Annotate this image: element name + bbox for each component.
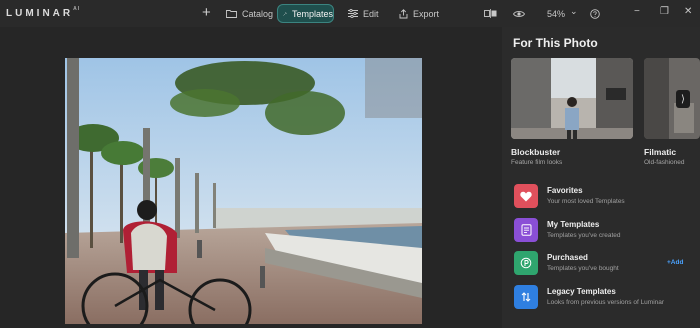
app-logo: LUMINARAI	[6, 6, 81, 19]
templates-tab[interactable]: Templates	[277, 4, 334, 23]
templates-panel: For This Photo Blockbuster Feature film …	[502, 27, 700, 328]
thumbnail-graphic	[644, 58, 700, 139]
logo-sup: AI	[73, 6, 81, 12]
export-button[interactable]: Export	[399, 4, 439, 23]
category-subtitle: Templates you've bought	[547, 265, 619, 272]
swap-arrows-icon	[514, 285, 538, 309]
heart-icon	[514, 184, 538, 208]
template-card-blockbuster[interactable]: Blockbuster Feature film looks	[511, 58, 633, 166]
category-legacy-templates[interactable]: Legacy Templates Looks from previous ver…	[514, 285, 700, 311]
add-purchased-link[interactable]: +Add	[667, 259, 683, 266]
zoom-dropdown[interactable]: 54% ⌄	[547, 4, 578, 23]
template-card-name: Blockbuster	[511, 147, 561, 157]
category-subtitle: Templates you've created	[547, 232, 621, 239]
template-thumbnail	[644, 58, 700, 139]
top-toolbar: LUMINARAI + Catalog Templates Edit Expor…	[0, 0, 700, 27]
folder-icon	[226, 10, 237, 18]
compare-button[interactable]	[484, 4, 502, 23]
template-thumbnail	[511, 58, 633, 139]
category-name: Purchased	[547, 253, 588, 262]
next-arrow-button[interactable]: ⟩	[676, 90, 690, 108]
compare-icon	[484, 9, 497, 18]
eye-icon	[513, 10, 525, 17]
category-subtitle: Your most loved Templates	[547, 198, 625, 205]
zoom-value: 54%	[547, 8, 566, 19]
photo-graphic	[65, 58, 422, 324]
category-name: My Templates	[547, 220, 600, 229]
export-label: Export	[413, 8, 440, 19]
photo-canvas[interactable]	[0, 27, 502, 328]
help-icon	[590, 8, 600, 19]
catalog-tab[interactable]: Catalog	[226, 4, 273, 23]
category-name: Legacy Templates	[547, 287, 616, 296]
category-name: Favorites	[547, 186, 583, 195]
template-card-subtitle: Old-fashioned	[644, 159, 685, 166]
magic-wand-icon	[283, 11, 287, 16]
document-icon	[514, 218, 538, 242]
photo-image	[65, 58, 422, 324]
template-card-name: Filmatic	[644, 147, 677, 157]
logo-text: LUMINAR	[6, 8, 74, 19]
add-photos-button[interactable]: +	[202, 3, 211, 22]
maximize-button[interactable]: ❐	[660, 6, 669, 17]
edit-tab-label: Edit	[363, 8, 379, 19]
preview-button[interactable]	[513, 4, 530, 23]
export-icon	[399, 8, 408, 18]
close-button[interactable]: ✕	[684, 6, 692, 17]
category-subtitle: Looks from previous versions of Luminar	[547, 299, 665, 306]
catalog-tab-label: Catalog	[242, 8, 274, 19]
bag-icon	[514, 251, 538, 275]
template-card-filmatic[interactable]: Filmatic Old-fashioned	[644, 58, 700, 166]
minimize-button[interactable]: −	[634, 6, 640, 17]
help-button[interactable]	[590, 4, 605, 23]
panel-title: For This Photo	[513, 36, 598, 50]
category-my-templates[interactable]: My Templates Templates you've created	[514, 218, 700, 244]
template-card-subtitle: Feature film looks	[511, 159, 563, 166]
chevron-down-icon: ⌄	[570, 6, 578, 16]
category-favorites[interactable]: Favorites Your most loved Templates	[514, 184, 700, 210]
edit-tab[interactable]: Edit	[348, 4, 379, 23]
sliders-icon	[348, 9, 358, 18]
thumbnail-graphic	[511, 58, 633, 139]
templates-tab-label: Templates	[291, 8, 333, 19]
